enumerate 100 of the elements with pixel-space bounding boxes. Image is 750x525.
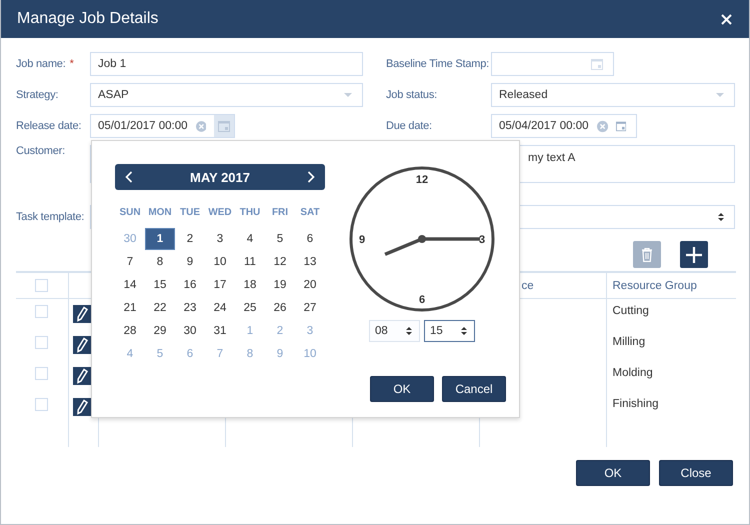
field-label: Strategy: [16,89,60,101]
calendar-day[interactable]: 29 [151,320,169,340]
checkbox[interactable] [35,398,48,410]
calendar-day[interactable]: 16 [181,274,199,294]
calendar-day[interactable]: 13 [301,252,319,272]
field-label: Task template: [16,211,86,223]
checkbox[interactable] [35,279,48,292]
next-icon[interactable] [307,171,315,183]
calendar-day[interactable]: 26 [271,298,289,318]
calendar-day[interactable]: 25 [241,298,259,318]
month-title[interactable]: MAY 2017 [190,170,250,184]
edit-icon[interactable] [72,336,90,354]
calendar-icon [218,120,230,132]
field-label: Job status: [386,89,438,101]
trash-icon [641,248,653,262]
previous-icon[interactable] [125,171,133,183]
calendar-day[interactable]: 19 [271,274,289,294]
cancel-button[interactable]: Cancel [442,376,506,402]
ok-button[interactable]: OK [370,376,434,402]
weekday-label: THU [240,207,260,220]
field-label: Baseline Time Stamp: [386,58,490,70]
plus-icon [686,246,702,262]
calendar-day[interactable]: 24 [211,298,229,318]
caret-icon [344,93,352,97]
clear-icon[interactable] [196,120,206,132]
column-header: Resource Group [612,280,697,292]
calendar-day[interactable]: 6 [301,228,319,248]
checkbox[interactable] [35,305,48,318]
clock-hands[interactable] [384,235,480,256]
calendar-day[interactable]: 10 [211,252,229,272]
field-label: Customer: [16,145,66,157]
field-value: my text A [528,152,576,164]
add-button[interactable] [680,241,708,268]
calendar-day[interactable]: 3 [211,228,229,248]
calendar-day[interactable]: 12 [271,252,289,272]
column-header: ce [522,280,534,292]
calendar-day[interactable]: 18 [241,274,259,294]
clock-numeral: 9 [358,234,366,246]
calendar-day[interactable]: 15 [151,274,169,294]
calendar-day[interactable]: 31 [211,320,229,340]
table-cell: Cutting [612,305,649,317]
calendar-day[interactable]: 30 [181,320,199,340]
required-mark: * [70,58,74,70]
field-value: ASAP [98,89,130,101]
calendar-day[interactable]: 7 [121,252,139,272]
clock-numeral: 3 [478,234,486,246]
close-icon[interactable] [721,14,732,24]
job-name-field[interactable]: Job 1 [90,52,363,76]
calendar-day[interactable]: 5 [271,228,289,248]
clear-icon[interactable] [596,120,608,132]
edit-icon[interactable] [72,398,90,416]
calendar-day[interactable]: 14 [121,274,139,294]
caret-icon [716,93,724,97]
calendar-day[interactable]: 11 [241,252,259,272]
spinner-icon[interactable] [718,212,724,222]
weekday-label: TUE [180,207,200,220]
checkbox[interactable] [35,366,48,380]
baseline-field[interactable] [491,52,614,76]
clock-numeral: 6 [418,294,426,306]
calendar-day[interactable]: 27 [301,298,319,318]
calendar-day[interactable]: 8 [151,252,169,272]
field-value: Job 1 [98,58,126,70]
calendar-day[interactable]: 1 [145,228,175,250]
calendar-day[interactable]: 20 [301,274,319,294]
strategy-dropdown[interactable]: ASAP [90,83,363,107]
weekday-label: WED [208,207,232,220]
calendar-day[interactable]: 2 [181,228,199,248]
ok-button[interactable]: OK [576,460,650,486]
calendar-day[interactable]: 28 [121,320,139,340]
job-status-dropdown[interactable]: Released [491,83,735,107]
weekday-label: FRI [272,207,288,220]
field-value: 05/01/2017 00:00 [98,120,188,132]
weekday-label: SUN [119,207,141,220]
hour-spinner[interactable]: 08 [369,320,420,342]
table-cell: Finishing [612,398,659,410]
table-cell: Milling [612,336,646,348]
field-label: Due date: [386,120,433,132]
edit-icon[interactable] [72,366,90,384]
calendar-day[interactable]: 22 [151,298,169,318]
calendar-day[interactable]: 21 [121,298,139,318]
weekday-label: MON [148,207,172,220]
window-title: Manage Job Details [17,10,158,28]
field-value: Released [499,89,549,101]
edit-icon[interactable] [72,305,90,323]
field-label: Job name: [16,58,66,70]
close-button[interactable]: Close [659,460,733,486]
checkbox[interactable] [35,336,48,348]
calendar-icon[interactable] [616,120,626,132]
calendar-day[interactable]: 9 [181,252,199,272]
calendar-day[interactable]: 4 [241,228,259,248]
calendar-icon[interactable] [591,58,603,70]
minute-spinner[interactable]: 15 [424,320,475,342]
field-value: 05/04/2017 00:00 [499,120,589,132]
clock-numeral: 12 [416,174,428,186]
weekday-label: SAT [300,207,320,220]
release-date-field[interactable]: 05/01/2017 00:00 [90,114,235,138]
calendar-day[interactable]: 23 [181,298,199,318]
calendar-day[interactable]: 17 [211,274,229,294]
calendar-button[interactable] [214,115,234,137]
due-date-field[interactable]: 05/04/2017 00:00 [491,114,637,138]
